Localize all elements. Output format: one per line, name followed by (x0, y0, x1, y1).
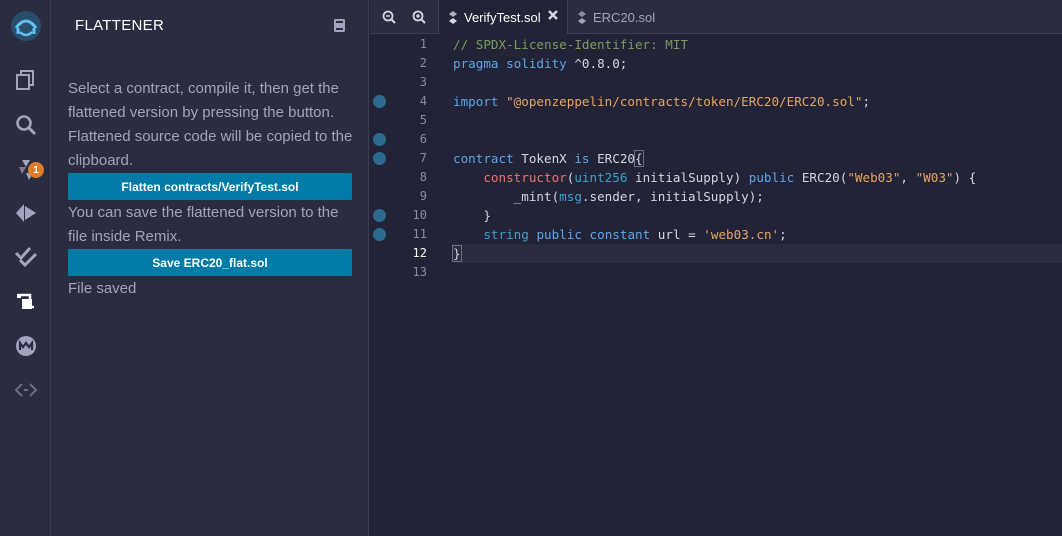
flattener-icon[interactable] (0, 282, 51, 322)
breakpoint-marker[interactable] (373, 95, 386, 108)
file-explorer-icon[interactable] (0, 60, 51, 100)
code-token: is (574, 151, 590, 166)
solidity-file-icon (449, 10, 457, 24)
code-token: ; (779, 227, 787, 242)
code-token: msg (559, 189, 582, 204)
code-line: } (452, 244, 1062, 263)
status-text: File saved (68, 280, 137, 297)
tab-erc20[interactable]: ERC20.sol (568, 0, 672, 34)
code-line: _mint(msg.sender, initialSupply); (453, 187, 1062, 206)
code-token: // SPDX-License-Identifier: MIT (453, 37, 689, 52)
code-token: } (453, 208, 491, 223)
code-token: public (748, 170, 795, 185)
code-token: import (453, 94, 499, 109)
code-token: url = (650, 227, 704, 242)
line-number: 1 (419, 37, 427, 51)
code-token: pragma solidity (453, 56, 567, 71)
line-number: 12 (412, 246, 427, 260)
tab-label: ERC20.sol (593, 9, 656, 25)
code-token: { (634, 150, 644, 167)
code-token: constructor (483, 170, 567, 185)
code-token: TokenX (513, 151, 575, 166)
code-token: ) { (953, 170, 977, 185)
line-number: 9 (419, 189, 427, 203)
breakpoint-marker[interactable] (373, 209, 386, 222)
panel-description: Select a contract, compile it, then get … (68, 80, 353, 169)
code-token: constant (589, 227, 651, 242)
editor: VerifyTest.sol ERC20.sol 1 2 3 4 5 6 7 8 9 10 11 12… (370, 0, 1062, 536)
code-token: uint256 (574, 170, 628, 185)
line-number: 5 (419, 113, 427, 127)
code-token: initialSupply) (627, 170, 749, 185)
zoom-out-icon (382, 10, 396, 24)
solidity-compiler-icon[interactable]: 1 (0, 150, 51, 190)
flatten-button[interactable]: Flatten contracts/VerifyTest.sol (68, 173, 352, 200)
close-tab-icon[interactable] (547, 9, 559, 24)
plugin-code-icon[interactable] (0, 370, 51, 410)
tab-label: VerifyTest.sol (464, 9, 541, 25)
code-token: , (900, 170, 916, 185)
code-token: string (483, 227, 529, 242)
code-line: contract TokenX is ERC20{ (453, 149, 1062, 168)
code-token: .sender, initialSupply); (581, 189, 764, 204)
code-token: ERC20 (589, 151, 636, 166)
panel-title: FLATTENER (75, 17, 165, 34)
code-token: } (452, 245, 462, 262)
unit-testing-icon[interactable] (0, 236, 51, 276)
zoom-in-icon (412, 10, 426, 24)
code-line: pragma solidity ^0.8.0; (453, 54, 1062, 73)
remix-logo-icon[interactable] (0, 6, 51, 46)
breakpoint-marker[interactable] (373, 152, 386, 165)
save-description: You can save the flattened version to th… (68, 204, 339, 245)
code-token: ERC20( (794, 170, 848, 185)
icon-bar: 1 (0, 0, 51, 536)
code-area[interactable]: // SPDX-License-Identifier: MIT pragma so… (452, 35, 1062, 536)
code-line: string public constant url = 'web03.cn'; (453, 225, 1062, 244)
flattener-panel: FLATTENER Select a contract, compile it,… (51, 0, 369, 536)
line-number: 3 (419, 75, 427, 89)
line-number: 2 (419, 56, 427, 70)
compiler-badge: 1 (28, 162, 44, 178)
code-token: ; (862, 94, 871, 109)
code-line: import "@openzeppelin/contracts/token/ER… (453, 92, 1062, 111)
code-token: _mint( (453, 189, 560, 204)
code-token: public (536, 227, 582, 242)
save-flat-button[interactable]: Save ERC20_flat.sol (68, 249, 352, 276)
code-token: "W03" (915, 170, 954, 185)
code-line: constructor(uint256 initialSupply) publi… (453, 168, 1062, 187)
documentation-icon[interactable] (333, 18, 346, 38)
tab-verifytest[interactable]: VerifyTest.sol (438, 0, 568, 34)
code-token: contract (453, 151, 514, 166)
code-token: 'web03.cn' (703, 227, 780, 242)
tab-bar: VerifyTest.sol ERC20.sol (370, 0, 1062, 34)
line-gutter[interactable]: 1 2 3 4 5 6 7 8 9 10 11 12 13 (370, 35, 453, 536)
breakpoint-marker[interactable] (373, 228, 386, 241)
code-line: // SPDX-License-Identifier: MIT (453, 35, 1062, 54)
solidity-file-icon (578, 10, 586, 24)
zoom-out-button[interactable] (374, 0, 404, 34)
code-token: ^0.8.0; (566, 56, 628, 71)
code-token: "@openzeppelin/contracts/token/ERC20/ERC… (506, 94, 863, 109)
zoom-in-button[interactable] (404, 0, 434, 34)
plugin-m-icon[interactable] (0, 326, 51, 366)
search-icon[interactable] (0, 105, 51, 145)
breakpoint-marker[interactable] (373, 133, 386, 146)
line-number: 13 (412, 265, 427, 279)
code-line: } (453, 206, 1062, 225)
deploy-run-icon[interactable] (0, 193, 51, 233)
line-number: 8 (419, 170, 427, 184)
code-token: "Web03" (847, 170, 901, 185)
